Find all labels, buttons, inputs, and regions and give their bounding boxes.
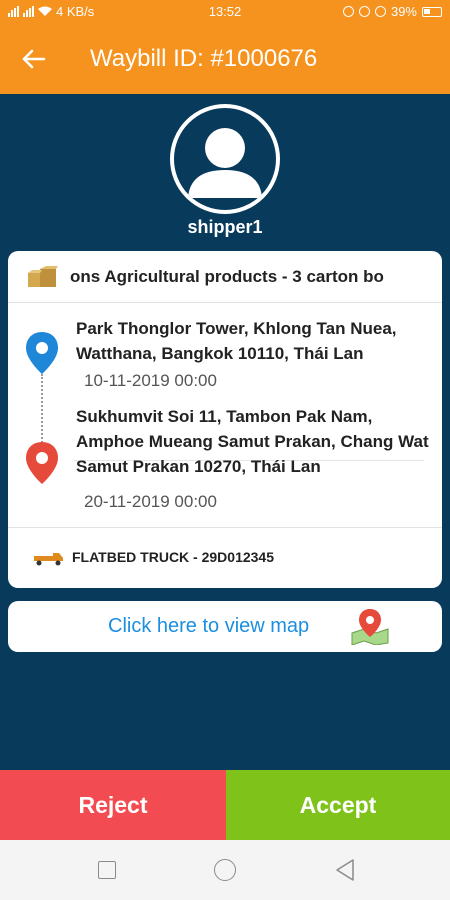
- status-right: 39%: [342, 4, 442, 19]
- arrow-left-icon: [22, 49, 46, 69]
- dropoff-date: 20-11-2019 00:00: [84, 492, 217, 511]
- battery-percent: 39%: [390, 4, 417, 19]
- pickup-date: 10-11-2019 00:00: [84, 371, 217, 390]
- recent-apps-icon[interactable]: [98, 861, 116, 879]
- sync-icon: [342, 6, 354, 17]
- vehicle-info: FLATBED TRUCK - 29D012345: [72, 549, 275, 565]
- home-icon[interactable]: [214, 859, 236, 881]
- app-bar: Waybill ID: #1000676: [0, 24, 450, 94]
- vehicle-row: FLATBED TRUCK - 29D012345: [8, 527, 442, 588]
- page-title: Waybill ID: #1000676: [90, 45, 318, 72]
- dropoff-pin-icon: [26, 442, 58, 484]
- battery-icon: [422, 6, 442, 17]
- username: shipper1: [187, 217, 263, 237]
- avatar: [170, 104, 280, 214]
- dropoff-address: Sukhumvit Soi 11, Tambon Pak Nam, Amphoe…: [76, 407, 429, 476]
- route-section: Park Thonglor Tower, Khlong Tan Nuea, Wa…: [8, 304, 442, 526]
- user-avatar-icon: [188, 128, 262, 198]
- vibrate-icon: [358, 6, 370, 17]
- goods-row: ons Agricultural products - 3 carton bo: [8, 251, 442, 303]
- view-map-label: Click here to view map: [108, 615, 310, 637]
- alarm-icon: [374, 6, 386, 17]
- map-pin-icon: [351, 609, 389, 645]
- system-nav-bar: [0, 840, 450, 900]
- box-icon: [28, 266, 58, 287]
- back-button[interactable]: [18, 44, 52, 74]
- nav-back-icon[interactable]: [334, 858, 356, 882]
- truck-icon: [34, 553, 63, 566]
- route-connector: [41, 374, 43, 446]
- order-card: ons Agricultural products - 3 carton bo …: [8, 251, 442, 588]
- reject-button[interactable]: Reject: [0, 770, 226, 840]
- status-bar: 4 KB/s 13:52 39%: [0, 0, 450, 24]
- goods-description: ons Agricultural products - 3 carton bo: [70, 267, 384, 286]
- view-map-button[interactable]: Click here to view map: [8, 601, 442, 652]
- pickup-address: Park Thonglor Tower, Khlong Tan Nuea, Wa…: [76, 319, 397, 363]
- accept-button[interactable]: Accept: [226, 770, 450, 840]
- pickup-pin-icon: [26, 332, 58, 374]
